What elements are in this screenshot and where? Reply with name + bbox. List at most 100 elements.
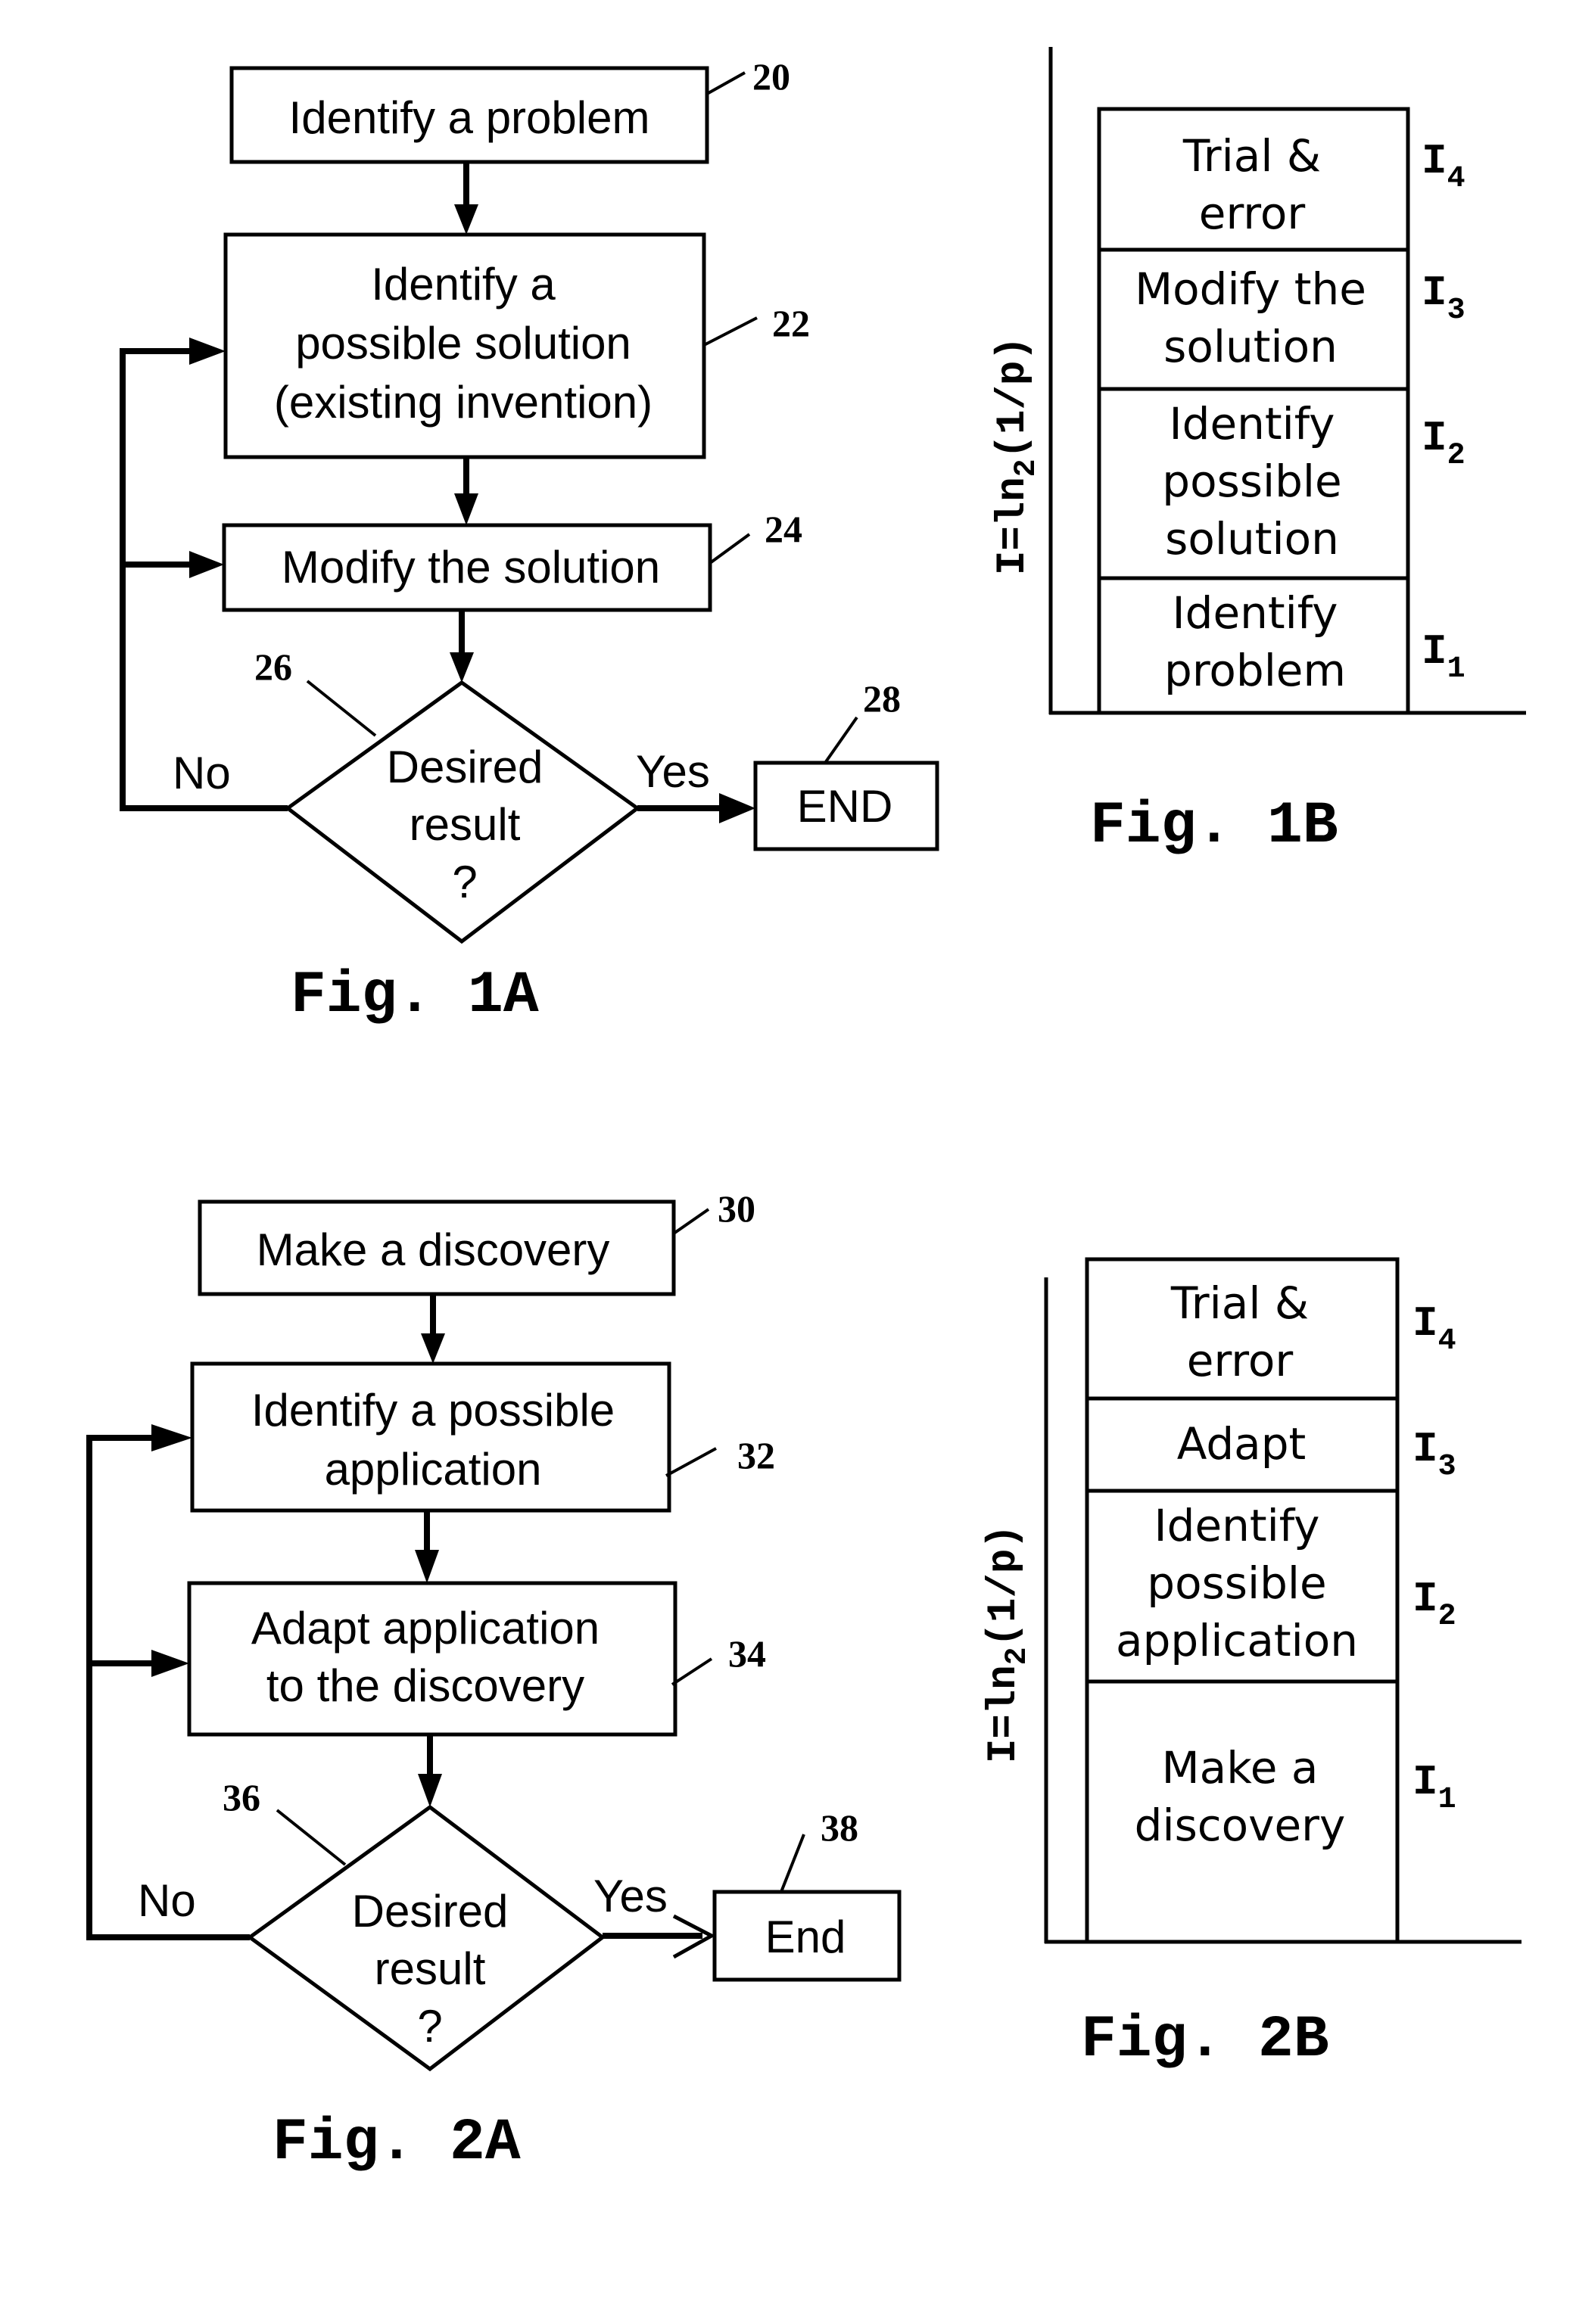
axis-label: I=ln2(1/p)	[981, 1524, 1035, 1763]
decision-desired-result: Desired result ? 36	[223, 1776, 606, 2072]
segment-label: Identify	[1170, 398, 1335, 450]
stack-segment-identify-problem: Identify problem I1	[1097, 576, 1465, 715]
decision-label: result	[375, 1943, 486, 1994]
end-label: END	[797, 781, 893, 832]
ref-numeral: 30	[718, 1187, 755, 1230]
stack-segment-trial-error: Trial & error I4	[1085, 1257, 1456, 1401]
end-label: End	[765, 1912, 846, 1962]
arrowhead	[151, 1424, 192, 1451]
decision-label: result	[410, 799, 521, 850]
stack-segment-identify-application: Identify possible application I2	[1085, 1489, 1456, 1684]
step-label: application	[325, 1444, 542, 1495]
ref-leader-line	[671, 1657, 713, 1686]
segment-label: solution	[1165, 513, 1339, 565]
yes-branch: Yes	[636, 746, 755, 823]
arrowhead	[189, 551, 224, 578]
decision-label: ?	[417, 2001, 442, 2052]
segment-label: possible	[1147, 1557, 1326, 1609]
no-label: No	[138, 1875, 196, 1926]
stack-segment-adapt: Adapt I3	[1085, 1396, 1456, 1493]
info-level-label: I3	[1422, 269, 1465, 328]
segment-label: Trial &	[1182, 130, 1321, 182]
axis-label: I=ln2(1/p)	[990, 336, 1044, 575]
step-label: Identify a	[371, 259, 556, 310]
segment-label: solution	[1163, 321, 1338, 372]
decision-desired-result: Desired result ? 26	[254, 646, 641, 944]
arrowhead	[719, 793, 755, 823]
info-level-label: I2	[1422, 414, 1465, 473]
step-label: Modify the solution	[282, 542, 660, 593]
ref-numeral: 26	[254, 646, 292, 688]
segment-label: Modify the	[1135, 263, 1366, 315]
step-identify-application: Identify a possible application 32	[190, 1361, 775, 1513]
info-level-label: I4	[1422, 137, 1465, 196]
stack-segment-trial-error: Trial & error I4	[1097, 107, 1465, 252]
ref-leader-line	[672, 1208, 710, 1235]
step-label: Make a discovery	[257, 1224, 610, 1275]
step-identify-solution: Identify a possible solution (existing i…	[223, 232, 810, 459]
step-label: to the discovery	[266, 1660, 584, 1711]
yes-branch: Yes	[593, 1871, 716, 1959]
segment-label: Identify	[1154, 1500, 1320, 1551]
arrowhead	[421, 1333, 445, 1364]
ref-numeral: 36	[223, 1776, 260, 1818]
step-modify-solution: Modify the solution 24	[222, 508, 802, 612]
ref-leader-line	[665, 1447, 717, 1477]
ref-leader-line	[780, 1834, 805, 1893]
segment-label: error	[1187, 1335, 1294, 1386]
step-identify-problem: Identify a problem 20	[229, 55, 790, 164]
ref-numeral: 28	[863, 677, 901, 720]
arrowhead	[454, 204, 478, 235]
arrowhead	[418, 1774, 442, 1807]
info-level-label: I2	[1412, 1575, 1456, 1634]
end-terminal: END 28	[753, 677, 939, 851]
arrowhead	[189, 338, 226, 365]
ref-numeral: 24	[765, 508, 802, 550]
step-adapt-application: Adapt application to the discovery 34	[187, 1581, 766, 1737]
no-label: No	[173, 748, 231, 798]
figure-caption: Fig. 1A	[291, 963, 539, 1029]
step-label: possible solution	[295, 318, 631, 369]
ref-leader-line	[824, 716, 858, 764]
ref-numeral: 20	[752, 55, 790, 98]
ref-leader-line	[706, 71, 746, 95]
segment-label: Trial &	[1170, 1277, 1309, 1329]
figure-caption: Fig. 2A	[273, 2110, 521, 2176]
ref-leader-line	[276, 1809, 347, 1866]
step-make-discovery: Make a discovery 30	[198, 1187, 755, 1296]
decision-label: ?	[452, 857, 477, 907]
yes-label: Yes	[636, 746, 710, 797]
step-label: (existing invention)	[274, 377, 653, 428]
ref-leader-line	[306, 680, 377, 737]
fig-1b-information-stack: I=ln2(1/p) Trial & error I4 Modify the s…	[990, 47, 1526, 860]
ref-numeral: 38	[821, 1806, 858, 1849]
info-level-label: I1	[1412, 1758, 1456, 1817]
arrowhead	[454, 493, 478, 525]
ref-leader-line	[709, 533, 751, 565]
stack-segment-identify-solution: Identify possible solution I2	[1097, 387, 1465, 580]
figure-caption: Fig. 2B	[1081, 2007, 1329, 2074]
info-level-label: I1	[1422, 627, 1465, 686]
ref-numeral: 32	[737, 1434, 775, 1476]
info-level-label: I4	[1412, 1299, 1456, 1358]
arrowhead	[450, 652, 474, 683]
arrowhead	[151, 1650, 189, 1677]
ref-numeral: 34	[728, 1632, 766, 1675]
fig-2b-information-stack: I=ln2(1/p) Trial & error I4 Adapt I3 Ide…	[981, 1257, 1521, 2074]
segment-label: Adapt	[1177, 1418, 1307, 1470]
info-level-label: I3	[1412, 1425, 1456, 1484]
segment-label: error	[1199, 188, 1306, 239]
decision-label: Desired	[352, 1886, 509, 1937]
fig-1a-flowchart: Identify a problem 20 Identify a possibl…	[120, 55, 939, 1029]
ref-leader-line	[703, 316, 758, 347]
segment-label: possible	[1162, 456, 1341, 507]
stack-segment-make-discovery: Make a discovery I1	[1085, 1679, 1456, 1944]
figure-caption: Fig. 1B	[1090, 793, 1338, 860]
segment-label: application	[1116, 1615, 1358, 1666]
patent-figure-sheet: Identify a problem 20 Identify a possibl…	[86, 47, 1526, 2176]
segment-label: discovery	[1135, 1800, 1346, 1851]
step-label: Identify a problem	[289, 92, 650, 143]
end-terminal: End 38	[712, 1806, 902, 1982]
ref-numeral: 22	[772, 302, 810, 344]
segment-label: Identify	[1173, 587, 1338, 639]
